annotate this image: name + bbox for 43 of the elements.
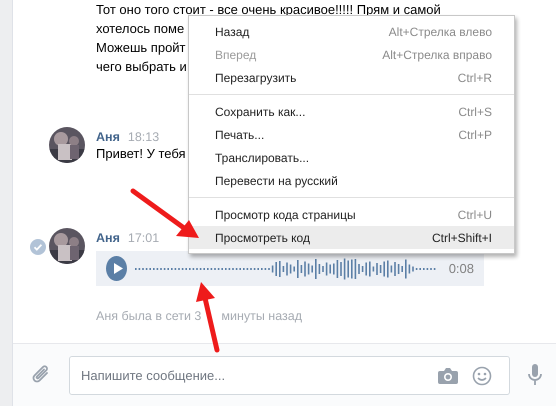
menu-item[interactable]: Просмотреть код Ctrl+Shift+I [189,226,514,249]
audio-duration: 0:08 [448,261,474,276]
menu-item[interactable]: Сохранить как... Ctrl+S [189,100,514,123]
keyboard-shortcut: Ctrl+Shift+I [432,230,492,244]
author-name[interactable]: Аня [96,130,120,144]
menu-item-label: Просмотр кода страницы [215,208,356,222]
menu-item[interactable]: Печать... Ctrl+P [189,123,514,146]
author-name[interactable]: Аня [96,231,120,245]
arrow [196,282,220,352]
keyboard-shortcut: Ctrl+U [458,208,492,222]
message-text: чего выбрать и [96,58,187,76]
menu-item[interactable]: Перевести на русский [189,169,514,192]
message-input[interactable]: Напишите сообщение... [69,356,510,394]
menu-item[interactable]: Назад Alt+Стрелка влево [189,20,514,43]
menu-item-label: Печать... [215,128,264,142]
message-time: 18:13 [128,130,160,144]
menu-item-label: Перезагрузить [215,70,296,84]
status-text: Аня была в сети 3 [96,309,202,323]
camera-icon[interactable] [438,368,458,384]
message-text: хотелось поме [96,20,184,38]
menu-item[interactable]: Транслировать... [189,146,514,169]
keyboard-shortcut: Ctrl+P [458,128,492,142]
message-text: Тот оно того стоит - все очень красивое!!!!! Прям и самой [96,1,441,19]
microphone-icon[interactable] [528,364,542,386]
menu-item-label: Назад [215,24,250,38]
keyboard-shortcut: Ctrl+S [458,104,492,118]
menu-item-label: Просмотреть код [215,230,310,244]
menu-item[interactable]: Перезагрузить Ctrl+R [189,66,514,89]
play-icon [112,263,123,274]
status-text: минуты назад [221,309,302,323]
keyboard-shortcut: Alt+Стрелка влево [388,24,492,38]
keyboard-shortcut: Ctrl+R [458,70,492,84]
message-time: 17:01 [128,231,160,245]
message-text: Можешь пройт [96,39,186,57]
menu-item[interactable]: Просмотр кода страницы Ctrl+U [189,203,514,226]
smiley-icon[interactable] [472,366,492,386]
keyboard-shortcut: Alt+Стрелка вправо [382,48,492,62]
menu-item-label: Вперед [215,48,256,62]
menu-item-label: Сохранить как... [215,104,306,118]
menu-item-label: Перевести на русский [215,174,338,188]
play-button[interactable] [106,256,127,281]
message-text: Привет! У тебя [96,145,186,163]
menu-item-label: Транслировать... [215,150,310,164]
